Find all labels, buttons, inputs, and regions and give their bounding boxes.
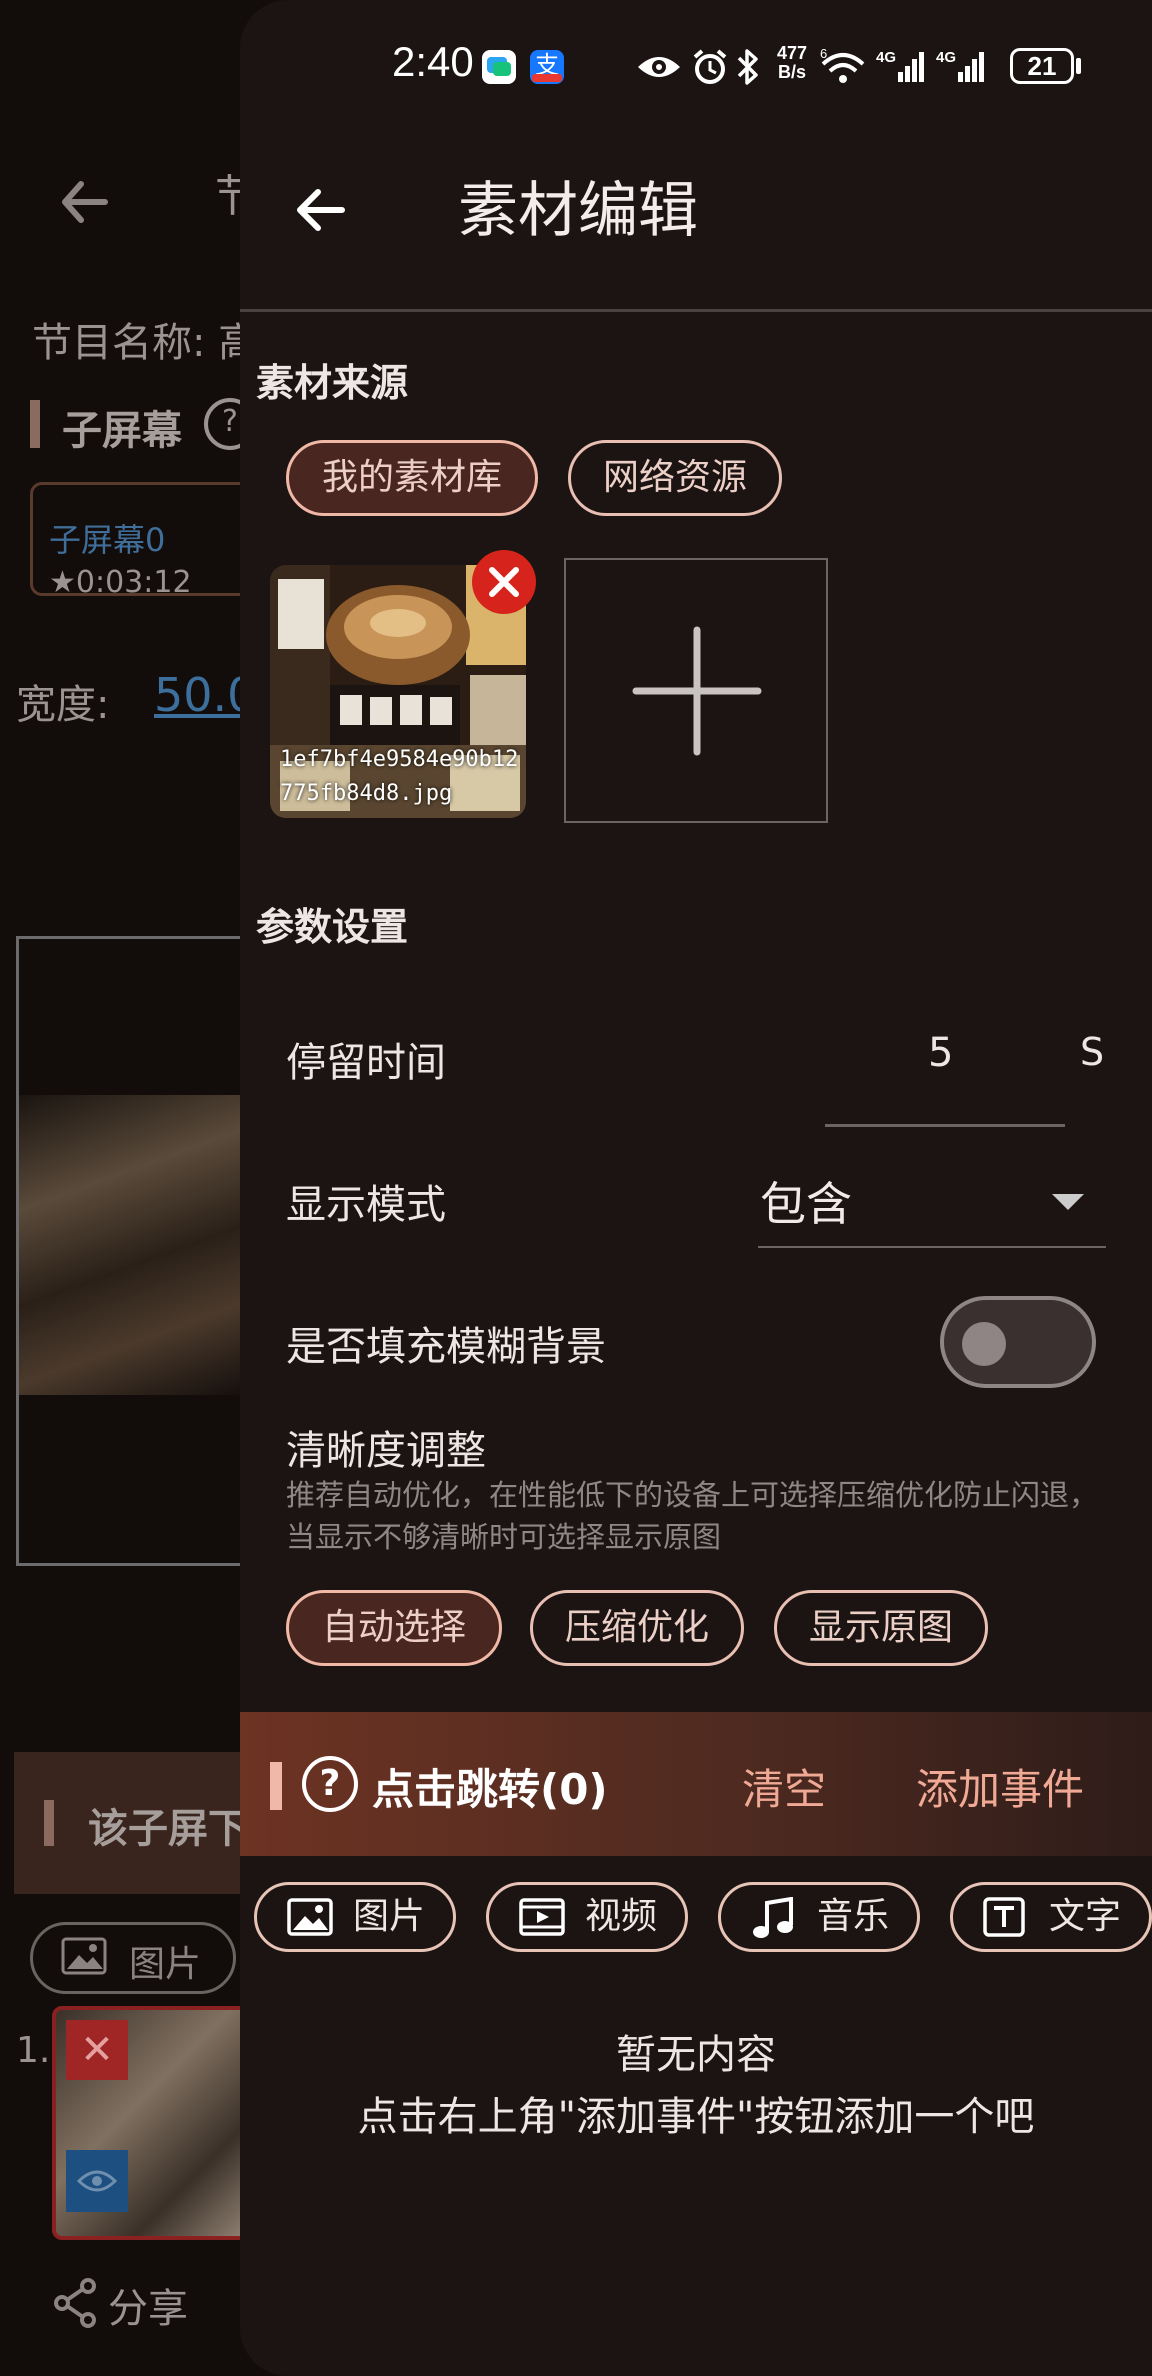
background-share-label: 分享 xyxy=(108,2286,188,2332)
event-type-video[interactable]: 视频 xyxy=(486,1882,688,1952)
chevron-down-icon[interactable] xyxy=(1052,1194,1084,1210)
tab-my-library[interactable]: 我的素材库 xyxy=(286,440,538,516)
event-type-image[interactable]: 图片 xyxy=(254,1882,456,1952)
background-subscreen-band: 该子屏下 xyxy=(14,1752,274,1894)
eye-comfort-icon xyxy=(638,57,680,77)
stay-time-underline xyxy=(825,1124,1065,1127)
params-section-title: 参数设置 xyxy=(256,905,409,949)
background-delete-icon: ✕ xyxy=(66,2020,128,2080)
image-icon xyxy=(287,1898,333,1936)
status-time: 2:40 xyxy=(392,38,474,85)
event-type-text[interactable]: 文字 xyxy=(950,1882,1152,1952)
display-mode-label: 显示模式 xyxy=(286,1182,446,1228)
blur-background-toggle[interactable] xyxy=(940,1296,1096,1388)
clarity-description: 推荐自动优化，在性能低下的设备上可选择压缩优化防止闪退，当显示不够清晰时可选择显… xyxy=(286,1478,1099,1554)
event-type-music-label: 音乐 xyxy=(817,1896,890,1937)
thumbnail-filename: 1ef7bf4e9584e90b12775fb84d8.jpg xyxy=(280,747,519,806)
event-type-image-label: 图片 xyxy=(353,1896,426,1937)
background-eye-icon xyxy=(66,2150,128,2212)
background-subscreen-section: 该子屏下 xyxy=(88,1806,248,1852)
event-type-music[interactable]: 音乐 xyxy=(718,1882,920,1952)
battery-indicator: 21 xyxy=(1010,48,1074,84)
section-bar xyxy=(270,1762,282,1810)
background-width-label: 宽度: xyxy=(16,682,110,728)
plus-icon xyxy=(632,626,762,756)
drawer-header: 素材编辑 xyxy=(240,110,1152,312)
empty-hint: 点击右上角"添加事件"按钮添加一个吧 xyxy=(357,2094,1035,2140)
remove-material-button[interactable] xyxy=(472,550,536,614)
close-icon xyxy=(489,567,519,597)
alipay-notification-icon: 支 xyxy=(530,50,564,84)
video-icon xyxy=(519,1898,565,1936)
clarity-label: 清晰度调整 xyxy=(286,1428,486,1474)
tab-network-resources[interactable]: 网络资源 xyxy=(568,440,782,516)
music-icon xyxy=(753,1897,793,1938)
click-events-title: 点击跳转(0) xyxy=(372,1765,608,1814)
background-program-name: 节目名称: 高 xyxy=(32,320,259,366)
app-notification-icon xyxy=(482,50,516,84)
clarity-compress-button[interactable]: 压缩优化 xyxy=(530,1590,744,1666)
background-card-name: 子屏幕0 xyxy=(49,521,166,559)
background-image-icon xyxy=(61,1937,107,1975)
clear-events-button[interactable]: 清空 xyxy=(742,1756,826,1817)
alarm-icon xyxy=(693,49,727,84)
net-speed: 477 B/s xyxy=(776,43,808,82)
background-subscreen-label: 子屏幕 xyxy=(62,408,182,454)
display-mode-underline xyxy=(758,1246,1106,1248)
empty-title: 暂无内容 xyxy=(616,2032,776,2078)
material-edit-drawer: 2:40 支 477 B/s 6 4G 4G 21 素材编辑 素材来源 我的素材… xyxy=(240,0,1152,2376)
background-preview-image xyxy=(19,1095,256,1395)
svg-text:4G: 4G xyxy=(876,49,896,66)
clarity-original-button[interactable]: 显示原图 xyxy=(774,1590,988,1666)
event-type-text-label: 文字 xyxy=(1049,1896,1122,1937)
cell-signal-2-icon: 4G xyxy=(936,49,984,82)
background-share-icon xyxy=(54,2278,96,2328)
event-type-video-label: 视频 xyxy=(585,1896,658,1937)
stay-time-unit: S xyxy=(1080,1030,1105,1074)
background-item-index: 1. xyxy=(16,2030,51,2071)
wifi-icon: 6 xyxy=(820,46,865,83)
background-section-bar xyxy=(30,400,40,448)
back-arrow-icon[interactable] xyxy=(292,182,348,238)
stay-time-label: 停留时间 xyxy=(286,1040,446,1086)
background-back-icon xyxy=(62,181,108,223)
toggle-knob xyxy=(962,1322,1006,1366)
help-icon[interactable]: ? xyxy=(302,1756,358,1812)
svg-text:4G: 4G xyxy=(936,49,956,66)
click-events-header: ? 点击跳转(0) 清空 添加事件 xyxy=(240,1712,1152,1856)
status-bar: 2:40 支 477 B/s 6 4G 4G 21 xyxy=(240,0,1152,110)
text-icon xyxy=(983,1897,1025,1937)
stay-time-input[interactable]: 5 xyxy=(928,1030,953,1076)
bluetooth-icon xyxy=(737,49,758,85)
add-material-button[interactable] xyxy=(564,558,828,823)
cell-signal-1-icon: 4G xyxy=(876,49,924,82)
source-section-title: 素材来源 xyxy=(256,361,409,405)
blur-background-label: 是否填充模糊背景 xyxy=(286,1324,606,1370)
svg-text:6: 6 xyxy=(820,46,827,61)
background-card-duration: ★0:03:12 xyxy=(49,565,192,600)
add-event-button[interactable]: 添加事件 xyxy=(916,1756,1084,1817)
page-title: 素材编辑 xyxy=(458,176,698,246)
display-mode-select[interactable]: 包含 xyxy=(760,1168,852,1234)
battery-tip xyxy=(1076,58,1081,74)
background-image-chip: 图片 xyxy=(30,1922,236,1994)
clarity-auto-button[interactable]: 自动选择 xyxy=(286,1590,502,1666)
